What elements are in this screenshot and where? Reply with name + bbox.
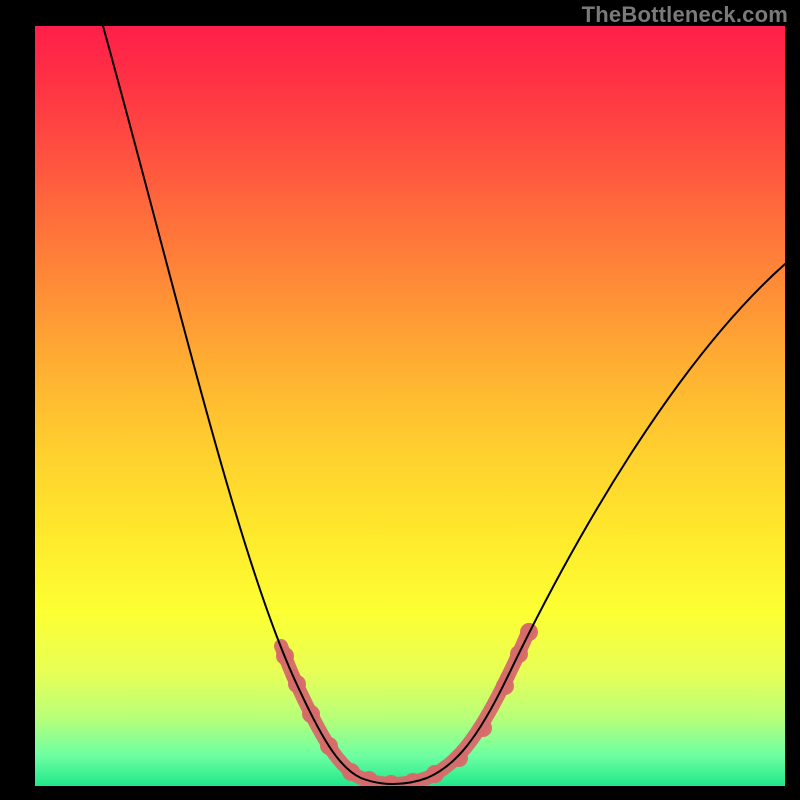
valley-highlight-group: [276, 623, 538, 786]
chart-container: TheBottleneck.com: [0, 0, 800, 800]
valley-highlight-dot: [450, 749, 468, 767]
plot-area: [35, 26, 785, 786]
curve-svg: [35, 26, 785, 786]
bottleneck-curve: [103, 26, 785, 784]
watermark-text: TheBottleneck.com: [582, 2, 788, 28]
valley-highlight-dot: [496, 677, 514, 695]
